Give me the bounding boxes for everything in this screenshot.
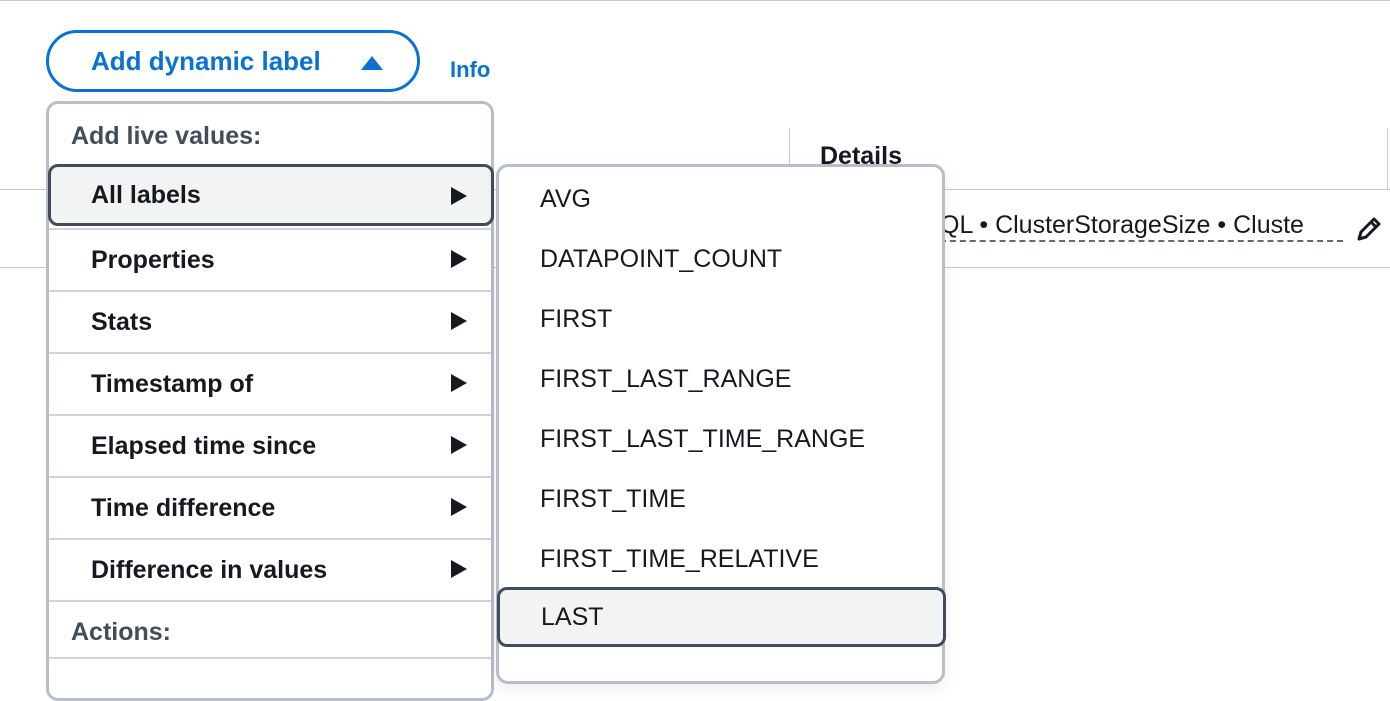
menu-item-difference-in-values[interactable]: Difference in values xyxy=(49,538,491,600)
actions-group: Actions: xyxy=(49,600,491,662)
pencil-icon[interactable] xyxy=(1353,213,1385,245)
caret-right-icon xyxy=(451,187,467,205)
submenu-item-avg[interactable]: AVG xyxy=(499,169,942,229)
submenu-item-first-last-time-range[interactable]: FIRST_LAST_TIME_RANGE xyxy=(499,409,942,469)
add-dynamic-label-button[interactable]: Add dynamic label xyxy=(46,30,420,92)
live-values-group-label: Add live values: xyxy=(71,122,262,150)
submenu-item-first-last-range[interactable]: FIRST_LAST_RANGE xyxy=(499,349,942,409)
top-divider xyxy=(0,0,1390,1)
menu-item-all-labels[interactable]: All labels xyxy=(48,164,494,226)
menu-divider xyxy=(49,657,491,659)
caret-right-icon xyxy=(451,560,467,578)
caret-right-icon xyxy=(451,250,467,268)
menu-item-label: Time difference xyxy=(91,493,276,522)
menu-item-time-difference[interactable]: Time difference xyxy=(49,476,491,538)
caret-right-icon xyxy=(451,498,467,516)
menu-item-label: Elapsed time since xyxy=(91,431,317,460)
menu-item-label: Timestamp of xyxy=(91,369,254,398)
menu-item-label: Properties xyxy=(91,245,215,274)
metric-label-value[interactable]: QL • ClusterStorageSize • Cluste xyxy=(940,210,1343,242)
submenu-item-last[interactable]: LAST xyxy=(497,587,946,647)
info-link[interactable]: Info xyxy=(450,57,490,83)
caret-right-icon xyxy=(451,374,467,392)
submenu-item-first-time[interactable]: FIRST_TIME xyxy=(499,469,942,529)
menu-item-properties[interactable]: Properties xyxy=(49,228,491,290)
dynamic-label-menu: Add live values: All labels Properties S… xyxy=(46,101,494,701)
actions-group-label: Actions: xyxy=(71,617,171,646)
submenu-item-first[interactable]: FIRST xyxy=(499,289,942,349)
menu-item-stats[interactable]: Stats xyxy=(49,290,491,352)
menu-item-label: Difference in values xyxy=(91,555,328,584)
column-separator xyxy=(1387,128,1388,190)
caret-right-icon xyxy=(451,312,467,330)
caret-up-icon xyxy=(361,56,383,70)
menu-item-label: All labels xyxy=(91,180,201,209)
menu-item-timestamp-of[interactable]: Timestamp of xyxy=(49,352,491,414)
add-dynamic-label-text: Add dynamic label xyxy=(91,45,321,76)
submenu-item-datapoint-count[interactable]: DATAPOINT_COUNT xyxy=(499,229,942,289)
all-labels-submenu: AVG DATAPOINT_COUNT FIRST FIRST_LAST_RAN… xyxy=(496,164,946,684)
submenu-item-first-time-relative[interactable]: FIRST_TIME_RELATIVE xyxy=(499,529,942,589)
menu-item-label: Stats xyxy=(91,307,153,336)
menu-item-elapsed-time-since[interactable]: Elapsed time since xyxy=(49,414,491,476)
caret-right-icon xyxy=(451,436,467,454)
